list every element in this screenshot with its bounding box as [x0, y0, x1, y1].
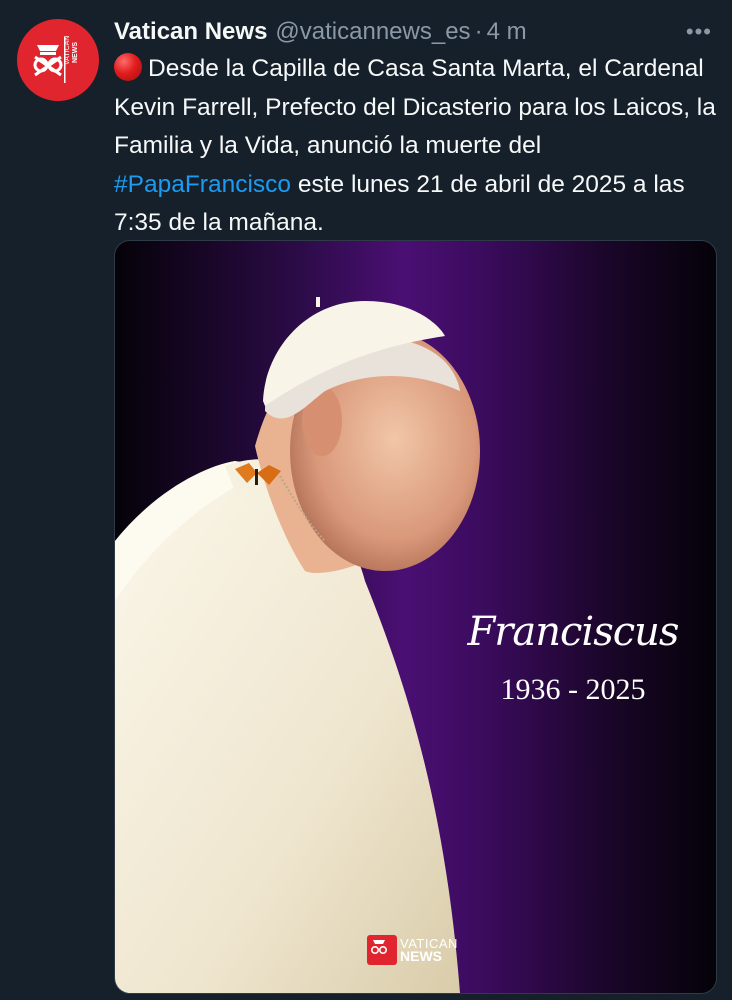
tweet-header: Vatican News @vaticannews_es · 4 m ••• [114, 15, 712, 49]
author-handle[interactable]: @vaticannews_es [275, 18, 470, 46]
timestamp[interactable]: 4 m [487, 18, 527, 46]
tweet-media-image[interactable]: Franciscus 1936 - 2025 VATICAN NEWS [114, 240, 717, 994]
svg-text:VATICAN: VATICAN [64, 36, 71, 65]
tweet-text-before: Desde la Capilla de Casa Santa Marta, el… [114, 55, 716, 159]
watermark-bottom: NEWS [400, 948, 442, 964]
more-options-icon[interactable]: ••• [686, 19, 712, 45]
avatar[interactable]: VATICAN NEWS [17, 19, 99, 101]
years-caption: 1936 - 2025 [500, 673, 646, 706]
separator: · [474, 18, 483, 45]
vatican-news-watermark: VATICAN NEWS [367, 935, 458, 965]
vatican-news-logo-icon: VATICAN NEWS [33, 36, 79, 83]
hashtag-link[interactable]: #PapaFrancisco [114, 171, 291, 198]
red-circle-emoji-icon [114, 53, 142, 81]
vatican-news-logo-icon [367, 935, 397, 965]
author-name[interactable]: Vatican News [114, 18, 267, 46]
signature: Franciscus [467, 609, 680, 655]
tweet-text: Desde la Capilla de Casa Santa Marta, el… [114, 50, 724, 243]
svg-text:NEWS: NEWS [72, 42, 79, 63]
